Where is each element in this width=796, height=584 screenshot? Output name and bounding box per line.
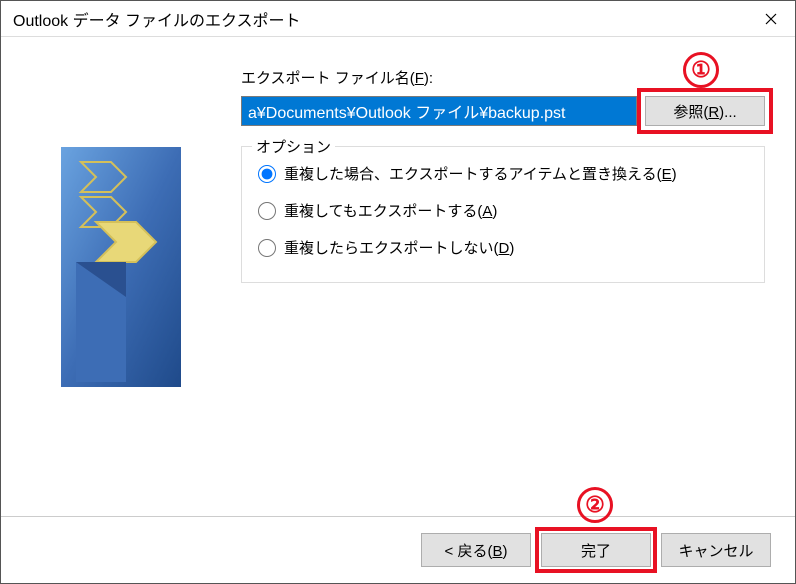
dialog-window: Outlook データ ファイルのエクスポート bbox=[0, 0, 796, 584]
r0-post: ) bbox=[672, 166, 677, 183]
back-pre: < 戻る( bbox=[445, 543, 493, 560]
radio-row-skip[interactable]: 重複したらエクスポートしない(D) bbox=[254, 229, 752, 266]
browse-pre: 参照( bbox=[673, 104, 708, 121]
options-legend: オプション bbox=[252, 136, 335, 157]
browse-post: )... bbox=[719, 104, 737, 121]
radio-skip-label[interactable]: 重複したらエクスポートしない(D) bbox=[284, 237, 514, 258]
finish-wrap: ② 完了 bbox=[541, 533, 651, 567]
r0-key: E bbox=[662, 166, 672, 183]
right-panel: エクスポート ファイル名(F): ① 参照(R)... オプション 重複 bbox=[241, 67, 775, 506]
r1-pre: 重複してもエクスポートする( bbox=[284, 203, 482, 220]
back-post: ) bbox=[502, 543, 507, 560]
browse-button[interactable]: 参照(R)... bbox=[645, 96, 765, 126]
close-icon bbox=[765, 13, 777, 25]
radio-replace[interactable] bbox=[258, 165, 276, 183]
r2-post: ) bbox=[509, 240, 514, 257]
browse-key: R bbox=[708, 104, 719, 121]
radio-row-replace[interactable]: 重複した場合、エクスポートするアイテムと置き換える(E) bbox=[254, 155, 752, 192]
back-key: B bbox=[492, 543, 502, 560]
wizard-graphic bbox=[61, 147, 181, 387]
browse-wrap: ① 参照(R)... bbox=[645, 96, 765, 126]
radio-allow[interactable] bbox=[258, 202, 276, 220]
r2-pre: 重複したらエクスポートしない( bbox=[284, 240, 499, 257]
r1-key: A bbox=[482, 203, 492, 220]
radio-skip[interactable] bbox=[258, 239, 276, 257]
filename-label: エクスポート ファイル名(F): bbox=[241, 67, 765, 88]
left-panel bbox=[21, 67, 221, 506]
radio-allow-label[interactable]: 重複してもエクスポートする(A) bbox=[284, 200, 497, 221]
back-button[interactable]: < 戻る(B) bbox=[421, 533, 531, 567]
cancel-button[interactable]: キャンセル bbox=[661, 533, 771, 567]
footer: < 戻る(B) ② 完了 キャンセル bbox=[1, 516, 795, 583]
filename-row: ① 参照(R)... bbox=[241, 96, 765, 126]
content-area: エクスポート ファイル名(F): ① 参照(R)... オプション 重複 bbox=[1, 37, 795, 516]
radio-row-allow[interactable]: 重複してもエクスポートする(A) bbox=[254, 192, 752, 229]
window-title: Outlook データ ファイルのエクスポート bbox=[13, 7, 301, 31]
filename-input[interactable] bbox=[241, 96, 637, 126]
r2-key: D bbox=[499, 240, 510, 257]
r0-pre: 重複した場合、エクスポートするアイテムと置き換える( bbox=[284, 166, 662, 183]
finish-button[interactable]: 完了 bbox=[541, 533, 651, 567]
filename-label-pre: エクスポート ファイル名( bbox=[241, 70, 415, 87]
options-group: オプション 重複した場合、エクスポートするアイテムと置き換える(E) 重複しても… bbox=[241, 146, 765, 283]
r1-post: ) bbox=[492, 203, 497, 220]
filename-label-post: ): bbox=[424, 70, 433, 87]
filename-label-key: F bbox=[415, 70, 424, 87]
close-button[interactable] bbox=[747, 1, 795, 37]
titlebar: Outlook データ ファイルのエクスポート bbox=[1, 1, 795, 37]
radio-replace-label[interactable]: 重複した場合、エクスポートするアイテムと置き換える(E) bbox=[284, 163, 677, 184]
